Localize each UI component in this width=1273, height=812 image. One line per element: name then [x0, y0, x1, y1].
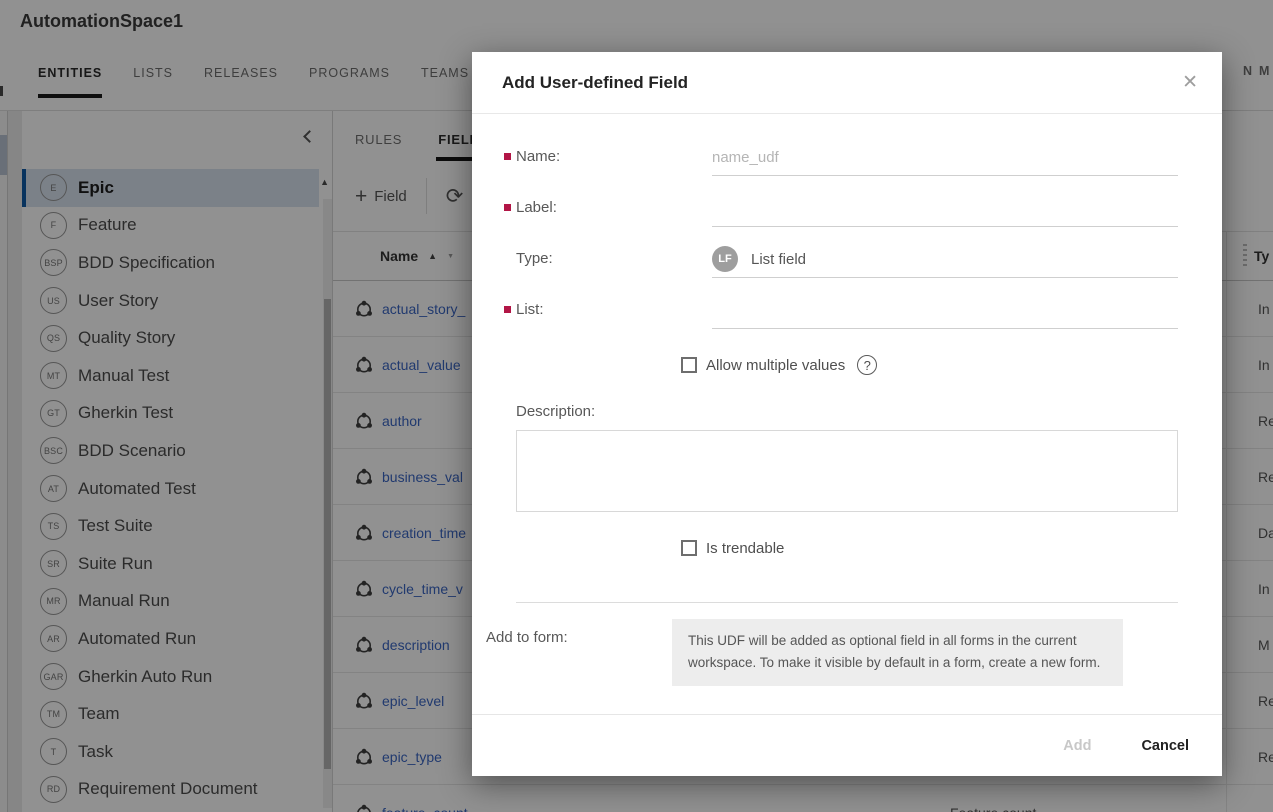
type-field-row: Type: LF List field: [472, 233, 1222, 284]
is-trendable-checkbox[interactable]: [681, 540, 697, 556]
add-button[interactable]: Add: [1063, 738, 1091, 754]
description-label: Description:: [516, 403, 1222, 420]
name-input[interactable]: [712, 149, 1178, 166]
list-input-wrap: [712, 292, 1178, 329]
list-label-text: List:: [516, 301, 544, 318]
required-marker: [504, 204, 511, 211]
allow-multiple-label: Allow multiple values: [706, 357, 845, 374]
list-input[interactable]: [712, 302, 1178, 319]
is-trendable-row: Is trendable: [681, 530, 1222, 566]
allow-multiple-checkbox[interactable]: [681, 357, 697, 373]
required-marker: [504, 153, 511, 160]
description-textarea[interactable]: [517, 431, 1177, 511]
dialog-divider: [516, 602, 1178, 603]
dialog-footer: Add Cancel: [472, 714, 1222, 776]
dialog-title: Add User-defined Field: [502, 73, 688, 93]
is-trendable-label: Is trendable: [706, 540, 784, 557]
type-select[interactable]: LF List field: [712, 241, 1178, 278]
label-input-wrap: [712, 190, 1178, 227]
allow-multiple-row: Allow multiple values ?: [681, 347, 1222, 383]
list-field-label: List:: [472, 301, 712, 318]
required-marker: [504, 306, 511, 313]
list-field-badge: LF: [712, 246, 738, 272]
add-to-form-info: This UDF will be added as optional field…: [672, 619, 1123, 686]
description-textarea-wrap: [516, 430, 1178, 512]
type-field-label: Type:: [472, 250, 712, 267]
name-input-wrap: [712, 139, 1178, 176]
type-label-text: Type:: [516, 250, 553, 267]
add-udf-dialog: Add User-defined Field ✕ Name: Label: T: [472, 52, 1222, 776]
label-label-text: Label:: [516, 199, 557, 216]
dialog-body: Name: Label: Type: LF List field: [472, 114, 1222, 686]
name-field-row: Name:: [472, 131, 1222, 182]
name-label-text: Name:: [516, 148, 560, 165]
cancel-button[interactable]: Cancel: [1141, 738, 1189, 754]
close-icon[interactable]: ✕: [1182, 73, 1198, 92]
add-to-form-section: Add to form: This UDF will be added as o…: [472, 619, 1222, 686]
type-selected-value: List field: [751, 251, 806, 268]
list-field-row: List:: [472, 284, 1222, 335]
label-field-row: Label:: [472, 182, 1222, 233]
label-input[interactable]: [712, 200, 1178, 217]
add-to-form-label: Add to form:: [472, 619, 672, 686]
dialog-header: Add User-defined Field ✕: [472, 52, 1222, 114]
name-field-label: Name:: [472, 148, 712, 165]
label-field-label: Label:: [472, 199, 712, 216]
help-icon[interactable]: ?: [857, 355, 877, 375]
